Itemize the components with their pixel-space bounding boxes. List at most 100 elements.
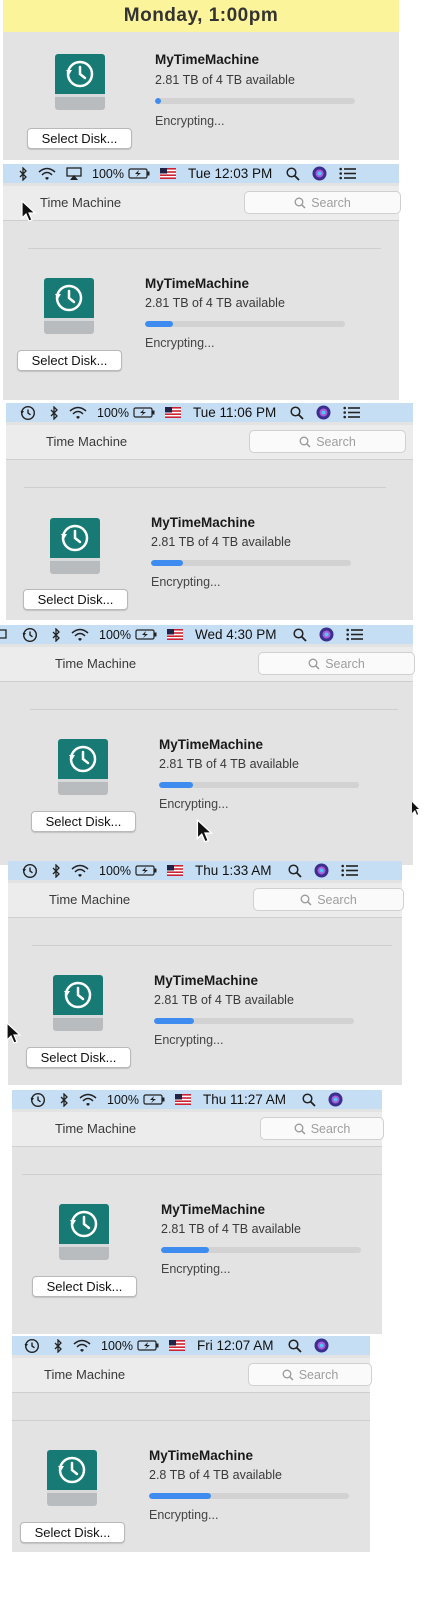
snapshot-fri: 100% Fri 12:07 AM Time Machine Search Se… bbox=[12, 1336, 372, 1552]
search-placeholder: Search bbox=[298, 1367, 339, 1382]
time-machine-menu-icon[interactable] bbox=[22, 625, 38, 644]
us-flag-icon[interactable] bbox=[159, 164, 176, 183]
wifi-icon[interactable] bbox=[73, 1336, 91, 1355]
notification-center-icon[interactable] bbox=[340, 861, 358, 880]
search-field[interactable]: Search bbox=[253, 888, 404, 911]
time-machine-menu-icon[interactable] bbox=[20, 403, 36, 422]
window-toolbar: Time Machine Search bbox=[6, 425, 413, 460]
time-machine-disk-icon bbox=[55, 54, 105, 110]
bluetooth-icon[interactable] bbox=[52, 861, 61, 880]
section-divider bbox=[12, 1420, 370, 1421]
select-disk-button[interactable]: Select Disk... bbox=[32, 1276, 137, 1297]
menu-clock[interactable]: Tue 12:03 PM bbox=[188, 164, 272, 183]
notification-center-icon[interactable] bbox=[343, 403, 361, 422]
spotlight-icon[interactable] bbox=[287, 1336, 302, 1355]
menu-bar: 100% Thu 11:27 AM bbox=[12, 1090, 382, 1109]
notification-center-icon[interactable] bbox=[345, 625, 363, 644]
spotlight-icon[interactable] bbox=[290, 403, 304, 422]
progress-fill bbox=[154, 1018, 194, 1024]
bluetooth-icon[interactable] bbox=[50, 403, 59, 422]
select-disk-button[interactable]: Select Disk... bbox=[27, 128, 132, 149]
time-machine-disk-icon bbox=[58, 739, 108, 795]
siri-icon[interactable] bbox=[314, 1336, 329, 1355]
progress-fill bbox=[145, 321, 173, 327]
time-machine-menu-icon[interactable] bbox=[24, 1336, 40, 1355]
battery-charging-icon[interactable] bbox=[133, 403, 155, 422]
time-machine-menu-icon[interactable] bbox=[22, 861, 38, 880]
search-field[interactable]: Search bbox=[248, 1363, 372, 1386]
select-disk-button[interactable]: Select Disk... bbox=[26, 1047, 131, 1068]
window-toolbar: Time Machine Search bbox=[8, 883, 404, 918]
status-text: Encrypting... bbox=[151, 575, 221, 589]
search-field[interactable]: Search bbox=[244, 191, 401, 214]
menu-clock[interactable]: Tue 11:06 PM bbox=[193, 403, 276, 422]
status-text: Encrypting... bbox=[145, 336, 215, 350]
spotlight-icon[interactable] bbox=[286, 164, 300, 183]
search-placeholder: Search bbox=[316, 434, 356, 449]
wifi-icon[interactable] bbox=[79, 1090, 97, 1109]
battery-percent: 100% bbox=[92, 166, 124, 181]
search-field[interactable]: Search bbox=[258, 652, 415, 675]
menu-bar: 100% Tue 11:06 PM bbox=[6, 403, 413, 422]
progress-fill bbox=[155, 98, 161, 104]
select-disk-button[interactable]: Select Disk... bbox=[23, 589, 128, 610]
battery-charging-icon[interactable] bbox=[128, 164, 150, 183]
search-field[interactable]: Search bbox=[249, 430, 406, 453]
bluetooth-icon[interactable] bbox=[52, 625, 61, 644]
battery-charging-icon[interactable] bbox=[135, 861, 157, 880]
disk-name: MyTimeMachine bbox=[161, 1202, 266, 1217]
display-mirror-icon[interactable] bbox=[0, 625, 8, 644]
wifi-icon[interactable] bbox=[71, 625, 89, 644]
menu-clock[interactable]: Thu 11:27 AM bbox=[203, 1090, 286, 1109]
siri-icon[interactable] bbox=[328, 1090, 343, 1109]
menu-clock[interactable]: Thu 1:33 AM bbox=[195, 861, 272, 880]
progress-fill bbox=[159, 782, 193, 788]
wifi-icon[interactable] bbox=[38, 164, 56, 183]
time-machine-menu-icon[interactable] bbox=[30, 1090, 46, 1109]
menu-bar: 100% Wed 4:30 PM bbox=[0, 625, 413, 644]
spotlight-icon[interactable] bbox=[287, 861, 302, 880]
encryption-progress-bar bbox=[159, 782, 359, 788]
disk-availability: 2.81 TB of 4 TB available bbox=[151, 535, 291, 549]
time-machine-disk-icon bbox=[47, 1450, 97, 1506]
us-flag-icon[interactable] bbox=[166, 625, 183, 644]
bluetooth-icon[interactable] bbox=[19, 164, 28, 183]
disk-availability: 2.81 TB of 4 TB available bbox=[161, 1222, 301, 1236]
encryption-progress-bar bbox=[161, 1247, 361, 1253]
bluetooth-icon[interactable] bbox=[60, 1090, 69, 1109]
spotlight-icon[interactable] bbox=[302, 1090, 316, 1109]
us-flag-icon[interactable] bbox=[168, 1336, 185, 1355]
progress-fill bbox=[161, 1247, 209, 1253]
mouse-pointer-icon bbox=[21, 200, 37, 222]
window-title: Time Machine bbox=[55, 656, 137, 671]
us-flag-icon[interactable] bbox=[166, 861, 183, 880]
search-placeholder: Search bbox=[325, 656, 365, 671]
battery-charging-icon[interactable] bbox=[135, 625, 157, 644]
select-disk-button[interactable]: Select Disk... bbox=[20, 1522, 125, 1543]
battery-charging-icon[interactable] bbox=[137, 1336, 159, 1355]
menu-clock[interactable]: Wed 4:30 PM bbox=[195, 625, 277, 644]
menu-clock[interactable]: Fri 12:07 AM bbox=[197, 1336, 274, 1355]
disk-availability: 2.81 TB of 4 TB available bbox=[154, 993, 294, 1007]
siri-icon[interactable] bbox=[316, 403, 331, 422]
battery-charging-icon[interactable] bbox=[143, 1090, 165, 1109]
notification-center-icon[interactable] bbox=[339, 164, 357, 183]
wifi-icon[interactable] bbox=[69, 403, 87, 422]
wifi-icon[interactable] bbox=[71, 861, 89, 880]
siri-icon[interactable] bbox=[319, 625, 334, 644]
us-flag-icon[interactable] bbox=[174, 1090, 191, 1109]
encryption-progress-bar bbox=[155, 98, 355, 104]
battery-percent: 100% bbox=[107, 1092, 139, 1107]
select-disk-button[interactable]: Select Disk... bbox=[17, 350, 122, 371]
disk-name: MyTimeMachine bbox=[155, 52, 260, 67]
section-divider bbox=[22, 1174, 382, 1175]
bluetooth-icon[interactable] bbox=[54, 1336, 63, 1355]
siri-icon[interactable] bbox=[314, 861, 329, 880]
search-field[interactable]: Search bbox=[260, 1117, 384, 1140]
select-disk-button[interactable]: Select Disk... bbox=[31, 811, 136, 832]
airplay-icon[interactable] bbox=[66, 164, 82, 183]
window-title: Time Machine bbox=[44, 1367, 126, 1382]
us-flag-icon[interactable] bbox=[164, 403, 181, 422]
spotlight-icon[interactable] bbox=[292, 625, 307, 644]
siri-icon[interactable] bbox=[312, 164, 327, 183]
